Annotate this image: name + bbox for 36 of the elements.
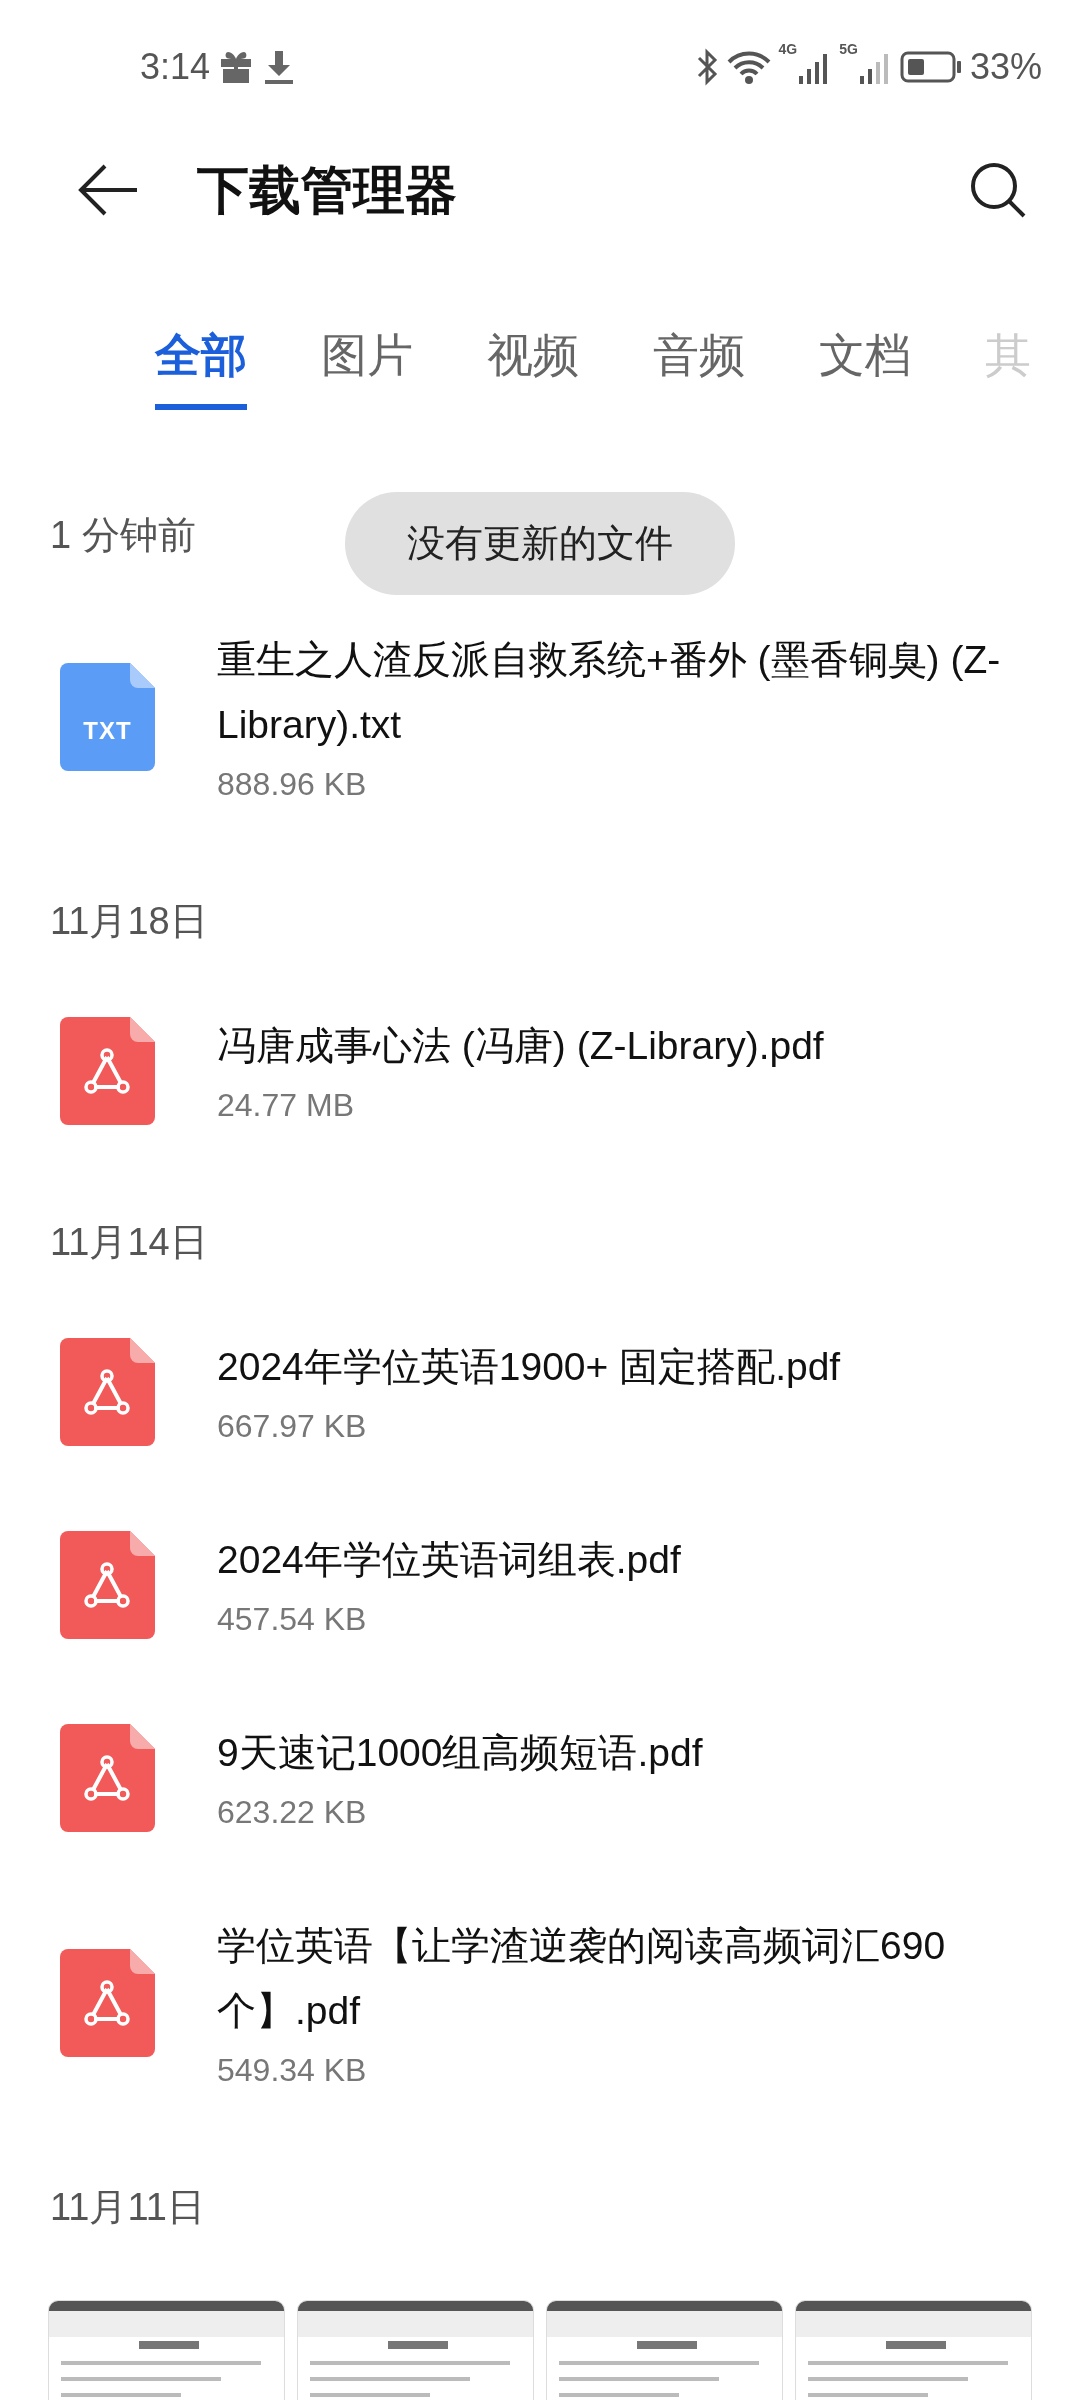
file-name[interactable]: 重生之人渣反派自救系统+番外 (墨香铜臭) (Z-Library).txt	[217, 627, 1020, 757]
file-size: 667.97 KB	[217, 1407, 368, 1446]
file-name[interactable]: 冯唐成事心法 (冯唐) (Z-Library).pdf	[217, 1013, 824, 1078]
tab[interactable]: 文档	[819, 320, 911, 410]
wifi-icon	[726, 50, 771, 84]
battery-icon	[899, 50, 962, 84]
file-name[interactable]: 学位英语【让学渣逆袭的阅读高频词汇690个】.pdf	[217, 1913, 1020, 2043]
battery-percentage: 33%	[969, 45, 1042, 89]
pdf-file-icon	[60, 1016, 155, 1125]
section-date: 1 分钟前	[50, 514, 196, 556]
text-file-icon	[60, 663, 155, 771]
tab[interactable]: 全部	[155, 320, 247, 410]
file-size: 623.22 KB	[217, 1793, 368, 1832]
tab[interactable]: 视频	[487, 320, 579, 410]
network-label: 5G	[839, 42, 858, 56]
section-date: 11月11日	[50, 2186, 205, 2228]
file-size: 24.77 MB	[217, 1086, 355, 1125]
pdf-file-icon	[60, 1530, 155, 1639]
tab[interactable]: 图片	[321, 320, 413, 410]
file-name[interactable]: 9天速记1000组高频短语.pdf	[217, 1720, 703, 1785]
status-time: 3:14	[140, 45, 211, 89]
section-date: 11月14日	[50, 1221, 208, 1263]
pdf-file-icon	[60, 1337, 155, 1446]
network-label: 4G	[778, 42, 798, 56]
section-date: 11月18日	[50, 900, 208, 942]
toast-message: 没有更新的文件	[345, 492, 735, 595]
file-size: 457.54 KB	[217, 1600, 368, 1639]
page-title: 下载管理器	[197, 160, 457, 221]
pdf-file-icon	[60, 1949, 155, 2057]
pdf-file-icon	[60, 1723, 155, 1832]
tab[interactable]: 音频	[653, 320, 745, 410]
file-name[interactable]: 2024年学位英语词组表.pdf	[217, 1527, 681, 1592]
file-size: 549.34 KB	[217, 2051, 368, 2090]
file-size: 888.96 KB	[217, 765, 368, 804]
file-type-label: TXT	[82, 716, 133, 746]
file-name[interactable]: 2024年学位英语1900+ 固定搭配.pdf	[217, 1334, 841, 1399]
